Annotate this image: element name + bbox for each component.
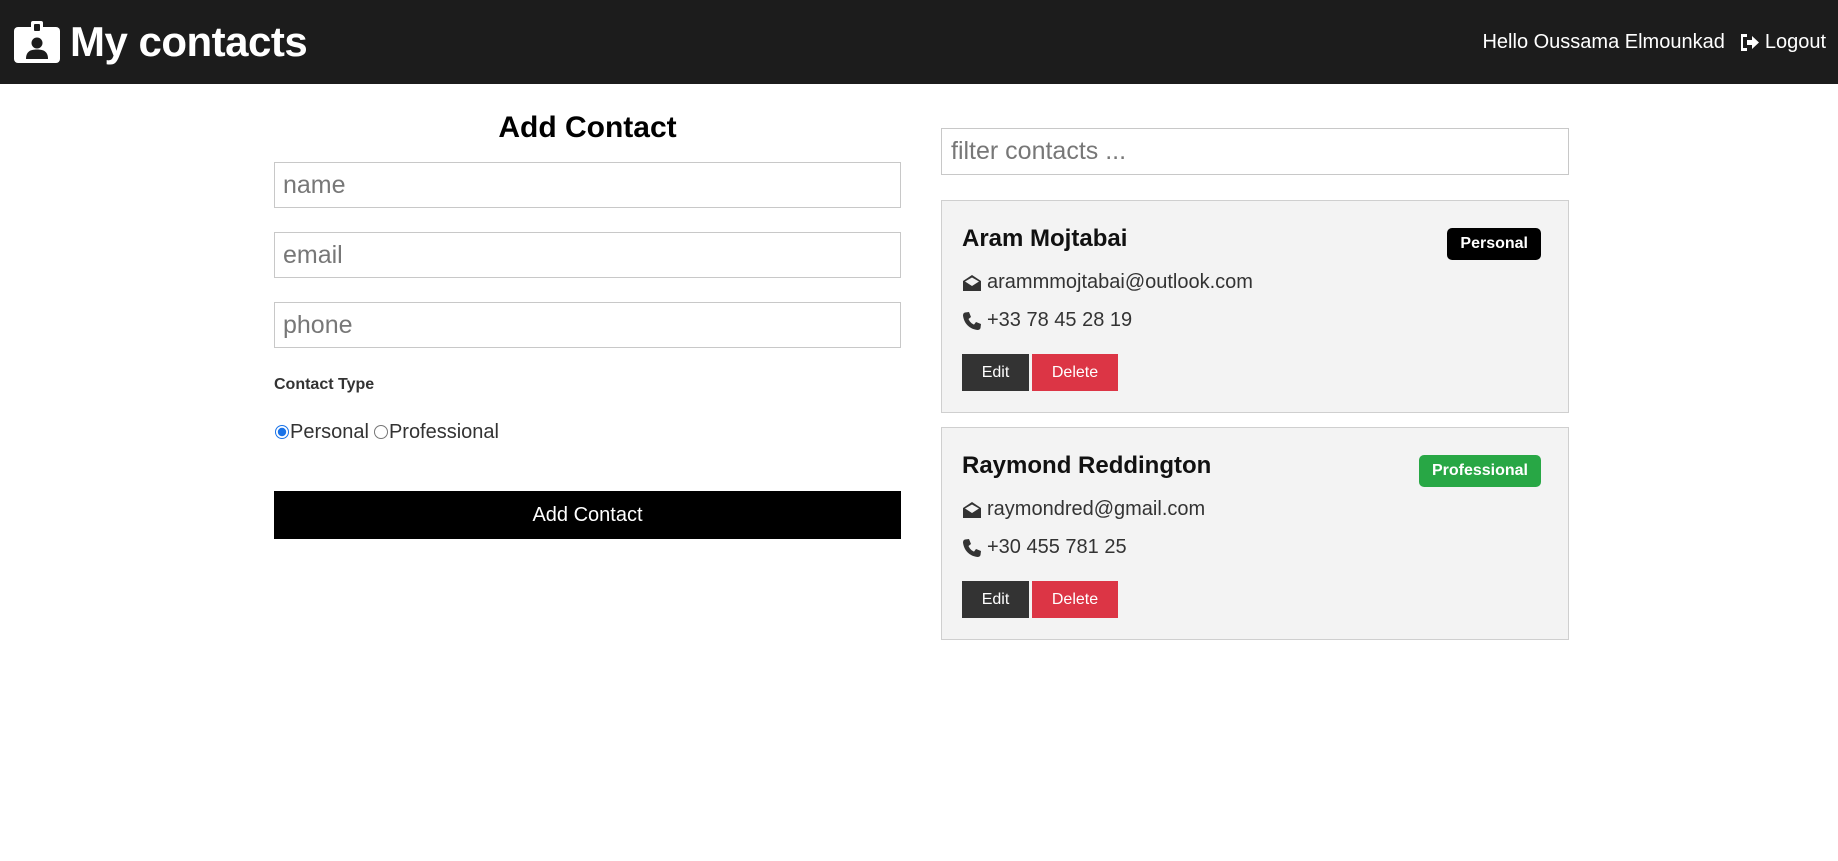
contact-email-row: arammmojtabai@outlook.com (962, 271, 1253, 294)
filter-input[interactable] (941, 128, 1569, 175)
app-title: My contacts (70, 18, 308, 65)
contact-phone-row: +33 78 45 28 19 (962, 309, 1132, 332)
contact-phone: +30 455 781 25 (987, 536, 1127, 558)
contact-email: raymondred@gmail.com (987, 498, 1206, 520)
contact-card: Aram Mojtabai Personal arammmojtabai@out… (941, 200, 1569, 413)
delete-button[interactable]: Delete (1032, 581, 1118, 618)
phone-icon (963, 311, 981, 330)
contact-list: Aram Mojtabai Personal arammmojtabai@out… (941, 128, 1569, 640)
personal-radio-label: Personal (290, 420, 369, 443)
logout-label: Logout (1764, 30, 1826, 53)
user-greeting: Hello Oussama Elmounkad (1482, 30, 1725, 53)
name-input[interactable] (274, 162, 901, 208)
envelope-open-icon (963, 274, 981, 291)
id-badge-icon (14, 21, 60, 63)
add-contact-form: Add Contact Contact Type Personal Profes… (274, 84, 901, 539)
contact-email: arammmojtabai@outlook.com (987, 271, 1253, 293)
phone-input[interactable] (274, 302, 901, 348)
phone-icon (963, 538, 981, 557)
sign-out-icon (1740, 33, 1759, 51)
edit-button[interactable]: Edit (962, 581, 1029, 618)
add-contact-button[interactable]: Add Contact (274, 491, 901, 539)
logout-link[interactable]: Logout (1739, 31, 1826, 54)
contact-name: Aram Mojtabai (962, 225, 1128, 252)
contact-phone: +33 78 45 28 19 (987, 309, 1133, 331)
contact-email-row: raymondred@gmail.com (962, 498, 1205, 521)
contact-actions: Edit Delete (962, 354, 1118, 391)
contact-actions: Edit Delete (962, 581, 1118, 618)
form-title: Add Contact (498, 111, 677, 144)
contact-type-badge: Professional (1418, 455, 1541, 487)
delete-button[interactable]: Delete (1032, 354, 1118, 391)
contact-name: Raymond Reddington (962, 452, 1212, 479)
nav-user-area: Hello Oussama Elmounkad Logout (1482, 31, 1826, 54)
contact-type-badge: Personal (1447, 228, 1541, 260)
envelope-open-icon (963, 501, 981, 518)
navbar: My contacts Hello Oussama Elmounkad Logo… (0, 0, 1838, 84)
email-input[interactable] (274, 232, 901, 278)
personal-radio[interactable] (275, 425, 289, 439)
professional-radio-label: Professional (388, 420, 499, 443)
contact-type-label: Contact Type (274, 376, 375, 393)
brand[interactable]: My contacts (14, 18, 308, 66)
edit-button[interactable]: Edit (962, 354, 1029, 391)
contact-phone-row: +30 455 781 25 (962, 536, 1127, 559)
professional-radio[interactable] (373, 425, 388, 439)
contact-type-options: Personal Professional (274, 420, 901, 444)
contact-card: Raymond Reddington Professional raymondr… (941, 427, 1569, 640)
